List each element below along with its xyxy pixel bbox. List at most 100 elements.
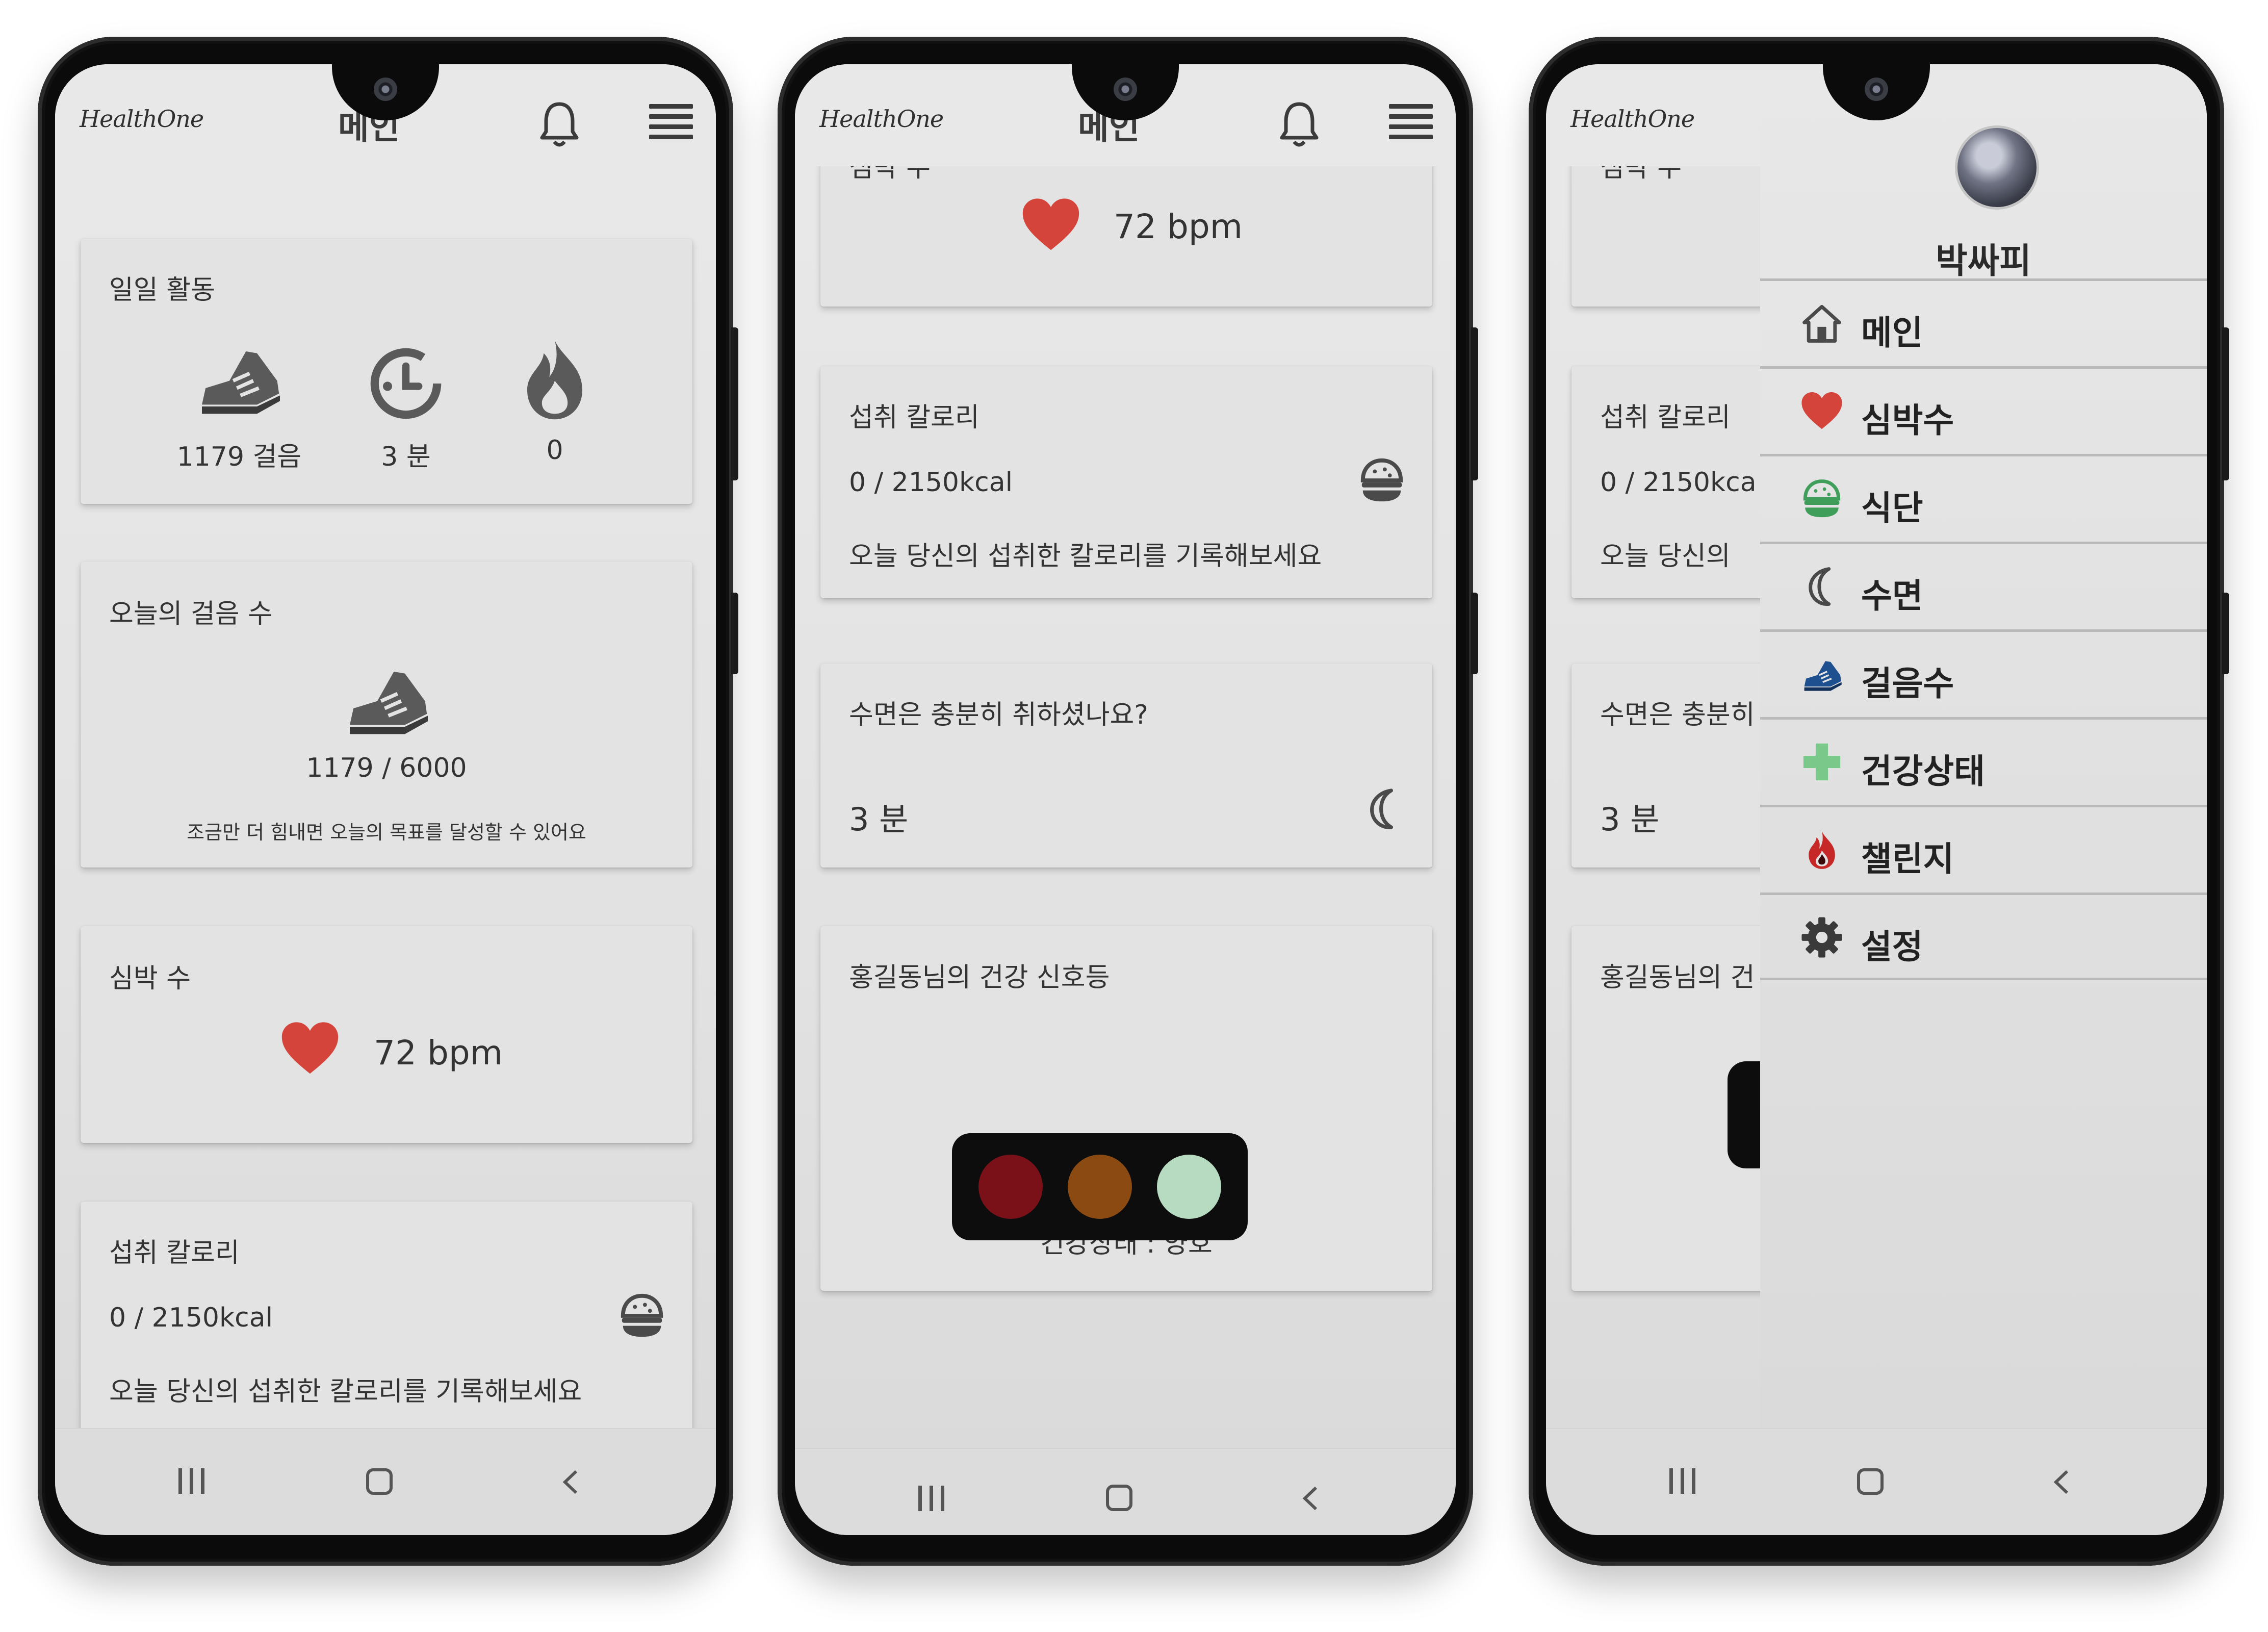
calorie-intake-value: 0 / 2150kcal bbox=[109, 1303, 273, 1333]
phone-drawer-screen: HealthOne 심박 수 섭취 칼로리 0 / 2150kca 오늘 당신의… bbox=[1529, 37, 2229, 1566]
drawer-item-label: 챌린지 bbox=[1861, 839, 1954, 879]
heart-rate-card[interactable]: 심박 수 72 bpm bbox=[81, 926, 692, 1143]
calorie-intake-value: 0 / 2150kcal bbox=[849, 467, 1013, 498]
recent-apps-icon[interactable] bbox=[1669, 1468, 1700, 1494]
moon-icon[interactable] bbox=[1361, 786, 1407, 832]
drawer-item-settings[interactable]: 설정 bbox=[1760, 892, 2207, 980]
sleep-value: 3 분 bbox=[849, 801, 909, 838]
card-title: 홍길동님의 건강 신호등 bbox=[849, 962, 1110, 993]
drawer-item-label: 설정 bbox=[1861, 927, 1923, 966]
card-title: 섭취 칼로리 bbox=[1600, 402, 1731, 433]
drawer-item-heart-rate[interactable]: 심박수 bbox=[1760, 366, 2207, 454]
home-button-icon[interactable] bbox=[1106, 1485, 1132, 1511]
steps-message: 조금만 더 힘내면 오늘의 목표를 달성할 수 있어요 bbox=[187, 821, 586, 844]
card-title: 섭취 칼로리 bbox=[849, 402, 980, 433]
calorie-message: 오늘 당신의 bbox=[1600, 541, 1731, 572]
heart-icon bbox=[281, 1022, 339, 1074]
calorie-message: 오늘 당신의 섭취한 칼로리를 기록해보세요 bbox=[109, 1376, 582, 1407]
phone-main-screen: HealthOne 메인 일일 활동 1179 걸음 3 분 0 오늘의 걸음 … bbox=[38, 37, 738, 1566]
app-logo: HealthOne bbox=[80, 105, 204, 133]
app-logo: HealthOne bbox=[1570, 105, 1695, 133]
phone-scrolled-screen: HealthOne 메인 심박 수 72 bpm 섭취 칼로리 0 / 2150… bbox=[778, 37, 1478, 1566]
home-icon bbox=[1802, 304, 1841, 343]
sleep-value: 3 분 bbox=[1600, 801, 1660, 838]
shoe-icon bbox=[202, 351, 280, 414]
steps-progress: 1179 / 6000 bbox=[306, 753, 467, 783]
drawer-item-label: 건강상태 bbox=[1861, 752, 1985, 791]
back-icon[interactable] bbox=[560, 1469, 580, 1495]
system-nav-bar bbox=[55, 1428, 716, 1535]
card-title: 홍길동님의 건 bbox=[1600, 962, 1755, 993]
app-logo: HealthOne bbox=[819, 105, 944, 133]
system-nav-bar bbox=[795, 1448, 1456, 1535]
home-button-icon[interactable] bbox=[1857, 1468, 1884, 1495]
avatar[interactable] bbox=[1955, 125, 2039, 210]
calorie-intake-card[interactable]: 섭취 칼로리 0 / 2150kcal 오늘 당신의 섭취한 칼로리를 기록해보… bbox=[81, 1202, 692, 1428]
gear-icon bbox=[1801, 917, 1842, 958]
drawer-item-steps[interactable]: 걸음수 bbox=[1760, 629, 2207, 717]
heart-rate-value: 72 bpm bbox=[1114, 207, 1243, 246]
card-title: 심박 수 bbox=[109, 963, 191, 994]
card-title: 심박 수 bbox=[1600, 166, 1682, 183]
recent-apps-icon[interactable] bbox=[178, 1468, 209, 1494]
drawer-item-main[interactable]: 메인 bbox=[1760, 278, 2207, 366]
calorie-message: 오늘 당신의 섭취한 칼로리를 기록해보세요 bbox=[849, 541, 1322, 572]
hamburger-menu-icon[interactable] bbox=[1389, 104, 1433, 141]
drawer-item-diet[interactable]: 식단 bbox=[1760, 454, 2207, 542]
drawer-item-health-status[interactable]: 건강상태 bbox=[1760, 717, 2207, 805]
daily-activity-card[interactable]: 일일 활동 1179 걸음 3 분 0 bbox=[81, 239, 692, 504]
calories-burned-value: 0 bbox=[546, 435, 563, 466]
shoe-icon bbox=[1804, 661, 1842, 691]
orange-light bbox=[1068, 1155, 1132, 1219]
drawer-item-label: 메인 bbox=[1861, 313, 1923, 352]
card-title: 수면은 충분히 bbox=[1600, 700, 1755, 730]
home-button-icon[interactable] bbox=[366, 1468, 393, 1495]
calorie-intake-value: 0 / 2150kca bbox=[1600, 467, 1757, 498]
drawer-item-label: 심박수 bbox=[1861, 401, 1954, 440]
back-icon[interactable] bbox=[1300, 1486, 1320, 1511]
screen: HealthOne 메인 심박 수 72 bpm 섭취 칼로리 0 / 2150… bbox=[795, 64, 1456, 1535]
notification-bell-icon[interactable] bbox=[538, 99, 581, 150]
steps-value: 1179 걸음 bbox=[176, 442, 302, 472]
system-nav-bar bbox=[1546, 1428, 2207, 1535]
drawer-item-challenge[interactable]: 챌린지 bbox=[1760, 805, 2207, 892]
heart-rate-card[interactable]: 심박 수 72 bpm bbox=[820, 166, 1432, 307]
card-title: 오늘의 걸음 수 bbox=[109, 599, 273, 629]
traffic-light bbox=[952, 1133, 1248, 1240]
calorie-intake-card[interactable]: 섭취 칼로리 0 / 2150kcal 오늘 당신의 섭취한 칼로리를 기록해보… bbox=[820, 366, 1432, 598]
heart-icon bbox=[1022, 198, 1079, 250]
sleep-card[interactable]: 수면은 충분히 취하셨나요? 3 분 bbox=[820, 664, 1432, 868]
drawer-item-label: 식단 bbox=[1861, 489, 1923, 528]
green-light bbox=[1157, 1155, 1221, 1219]
card-title: 수면은 충분히 취하셨나요? bbox=[849, 700, 1148, 730]
screen: HealthOne 심박 수 섭취 칼로리 0 / 2150kca 오늘 당신의… bbox=[1546, 64, 2207, 1535]
red-light bbox=[978, 1155, 1043, 1219]
flame-icon bbox=[527, 340, 582, 420]
drawer-item-label: 걸음수 bbox=[1861, 664, 1954, 703]
timer-icon bbox=[370, 348, 442, 419]
burger-icon[interactable] bbox=[1357, 455, 1407, 505]
today-steps-card[interactable]: 오늘의 걸음 수 1179 / 6000 조금만 더 힘내면 오늘의 목표를 달… bbox=[81, 562, 692, 868]
hamburger-menu-icon[interactable] bbox=[649, 104, 693, 141]
drawer-item-sleep[interactable]: 수면 bbox=[1760, 542, 2207, 629]
heart-icon bbox=[1801, 392, 1842, 429]
drawer-item-label: 수면 bbox=[1861, 576, 1923, 616]
navigation-drawer[interactable]: 박싸피 메인 심박수 식단 수면 걸음수 건강상태 챌린지 설정 bbox=[1760, 64, 2207, 1428]
moon-icon bbox=[1809, 567, 1831, 606]
user-name: 박싸피 bbox=[1936, 241, 2031, 282]
notification-bell-icon[interactable] bbox=[1278, 99, 1321, 150]
burger-icon bbox=[1803, 479, 1841, 518]
dashboard-content[interactable]: 일일 활동 1179 걸음 3 분 0 오늘의 걸음 수 1179 / 6000… bbox=[55, 182, 716, 1428]
health-cross-icon bbox=[1803, 743, 1841, 781]
heart-rate-value: 72 bpm bbox=[374, 1033, 503, 1073]
card-title: 심박 수 bbox=[849, 166, 931, 183]
back-icon[interactable] bbox=[2051, 1469, 2071, 1495]
recent-apps-icon[interactable] bbox=[918, 1486, 949, 1511]
screen: HealthOne 메인 일일 활동 1179 걸음 3 분 0 오늘의 걸음 … bbox=[55, 64, 716, 1535]
shoe-icon bbox=[350, 672, 428, 734]
burger-icon[interactable] bbox=[617, 1291, 667, 1341]
card-title: 일일 활동 bbox=[109, 275, 215, 305]
flame-icon bbox=[1809, 831, 1835, 869]
minutes-value: 3 분 bbox=[381, 442, 431, 472]
card-title: 섭취 칼로리 bbox=[109, 1238, 240, 1268]
